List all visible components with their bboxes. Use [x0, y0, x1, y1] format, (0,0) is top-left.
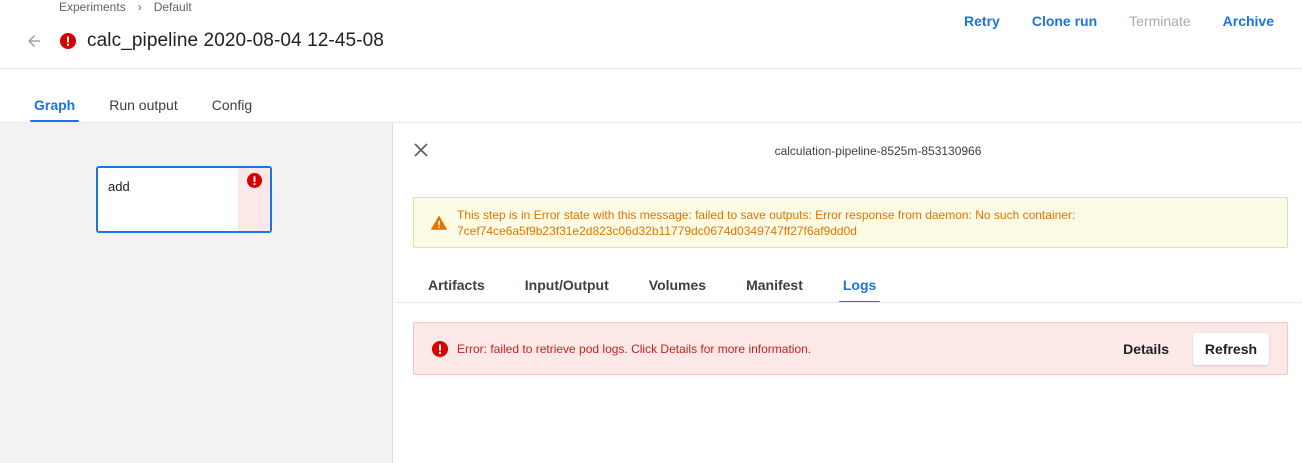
refresh-button[interactable]: Refresh — [1193, 332, 1269, 365]
run-tabs: Graph Run output Config — [20, 88, 266, 122]
error-icon — [432, 340, 448, 357]
breadcrumb-separator: › — [137, 0, 142, 14]
run-actions: Retry Clone run Terminate Archive — [948, 11, 1274, 31]
error-icon — [246, 173, 262, 188]
arrow-back-icon — [28, 35, 40, 47]
title-row: calc_pipeline 2020-08-04 12-45-08 — [60, 28, 384, 54]
back-button[interactable] — [24, 31, 44, 51]
tab-config[interactable]: Config — [198, 88, 266, 122]
breadcrumb: Experiments › Default — [59, 0, 192, 14]
tab-input-output[interactable]: Input/Output — [511, 269, 623, 303]
error-banner: Error: failed to retrieve pod logs. Clic… — [413, 322, 1288, 375]
subtabs-divider — [394, 302, 1302, 303]
error-icon — [60, 33, 76, 49]
page-title: calc_pipeline 2020-08-04 12-45-08 — [87, 30, 384, 51]
tab-volumes[interactable]: Volumes — [635, 269, 720, 303]
tab-artifacts[interactable]: Artifacts — [414, 269, 499, 303]
graph-canvas[interactable]: add — [0, 123, 393, 463]
node-label: add — [108, 179, 130, 194]
node-status — [238, 168, 270, 231]
clone-run-button[interactable]: Clone run — [1016, 11, 1113, 31]
graph-node-add[interactable]: add — [96, 166, 272, 233]
warning-message: This step is in Error state with this me… — [457, 207, 1075, 239]
tab-logs[interactable]: Logs — [829, 269, 890, 303]
node-details-panel: calculation-pipeline-8525m-853130966 Thi… — [394, 123, 1302, 463]
node-detail-tabs: Artifacts Input/Output Volumes Manifest … — [414, 269, 902, 303]
breadcrumb-experiments[interactable]: Experiments — [59, 1, 126, 13]
header-divider — [0, 68, 1302, 69]
warning-banner: This step is in Error state with this me… — [413, 197, 1288, 248]
tab-graph[interactable]: Graph — [20, 88, 89, 122]
warning-line-2: 7cef74ce6a5f9b23f31e2d823c06d32b11779dc0… — [457, 223, 857, 238]
archive-button[interactable]: Archive — [1207, 11, 1274, 31]
tab-run-output[interactable]: Run output — [95, 88, 192, 122]
panel-title: calculation-pipeline-8525m-853130966 — [774, 144, 982, 158]
warning-icon — [430, 214, 448, 232]
retry-button[interactable]: Retry — [948, 11, 1016, 31]
error-message: Error: failed to retrieve pod logs. Clic… — [457, 341, 812, 356]
details-button[interactable]: Details — [1123, 341, 1169, 357]
warning-line-1: This step is in Error state with this me… — [457, 207, 1076, 222]
terminate-button[interactable]: Terminate — [1113, 11, 1206, 31]
breadcrumb-default[interactable]: Default — [154, 1, 192, 13]
tab-manifest[interactable]: Manifest — [732, 269, 817, 303]
